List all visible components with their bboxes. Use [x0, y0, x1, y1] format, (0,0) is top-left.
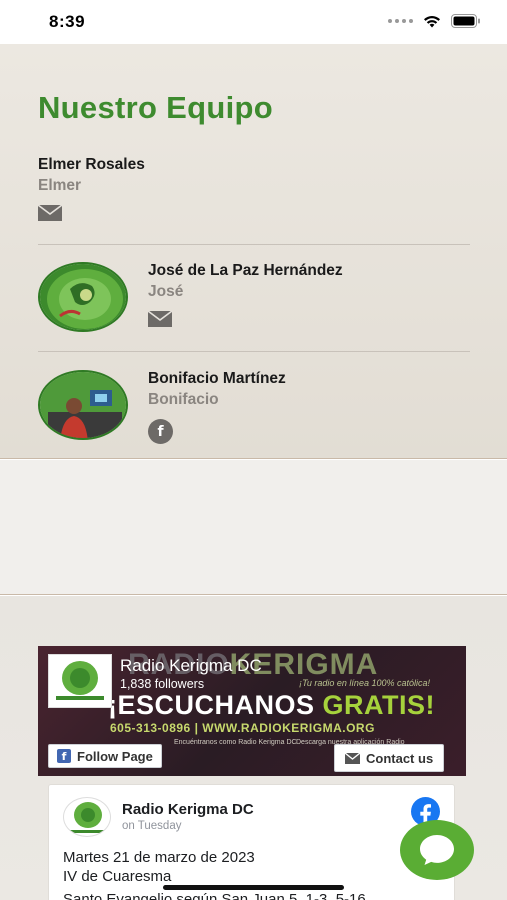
home-indicator[interactable] [163, 885, 344, 890]
post-date[interactable]: on Tuesday [122, 820, 181, 832]
cover-small-text: Encuéntranos como Radio Kerigma DC [174, 739, 297, 746]
member-name: Elmer Rosales [38, 156, 145, 173]
battery-icon [451, 14, 480, 28]
cover-tagline: ¡Tu radio en línea 100% católica! [299, 678, 430, 688]
contact-us-button[interactable]: Contact us [334, 744, 445, 772]
member-nickname: José [148, 283, 184, 300]
status-icons [388, 14, 481, 28]
facebook-icon[interactable]: f [148, 419, 173, 444]
chat-button[interactable] [400, 820, 474, 880]
member-nickname: Elmer [38, 177, 82, 194]
post-author-avatar[interactable] [63, 797, 111, 837]
facebook-icon: f [57, 749, 71, 763]
member-nickname: Bonifacio [148, 391, 219, 408]
divider [38, 351, 470, 352]
mail-icon[interactable] [38, 205, 62, 221]
page-name-link[interactable]: Radio Kerigma DC [120, 656, 262, 676]
page-title: Nuestro Equipo [38, 90, 273, 125]
team-section: Nuestro Equipo Elmer Rosales Elmer José [0, 44, 507, 459]
chat-bubble-icon [420, 835, 454, 865]
empty-section [0, 460, 507, 595]
signal-dots-icon [388, 19, 413, 23]
member-name: Bonifacio Martínez [148, 370, 286, 387]
team-member-elmer: Elmer Rosales Elmer [38, 156, 470, 221]
status-time: 8:39 [49, 12, 86, 31]
facebook-page-widget: RADIOKERIGMA ¡Tu radio en línea 100% cat… [38, 646, 466, 900]
page-logo[interactable] [48, 654, 112, 708]
cover-phone: 605-313-0896 | WWW.RADIOKERIGMA.ORG [110, 721, 375, 735]
page-followers: 1,838 followers [120, 677, 205, 691]
divider [38, 244, 470, 245]
post-text-line: Martes 21 de marzo de 2023 [63, 849, 255, 866]
wifi-icon [424, 15, 440, 27]
avatar [38, 370, 128, 440]
facebook-post: Radio Kerigma DC on Tuesday Martes 21 de… [48, 784, 455, 900]
mail-icon [345, 752, 360, 764]
member-name: José de La Paz Hernández [148, 262, 343, 279]
follow-page-button[interactable]: f Follow Page [48, 744, 162, 768]
cover-headline: ¡ESCUCHANOS GRATIS! [108, 690, 436, 720]
avatar [38, 262, 128, 332]
post-text-line: IV de Cuaresma [63, 868, 172, 885]
post-author[interactable]: Radio Kerigma DC [122, 801, 254, 818]
facebook-cover-image[interactable]: RADIOKERIGMA ¡Tu radio en línea 100% cat… [38, 646, 466, 776]
mail-icon[interactable] [148, 311, 172, 327]
post-text-line: Santo Evangelio según San Juan 5, 1-3, 5… [63, 891, 366, 900]
status-bar: 8:39 [0, 0, 507, 44]
